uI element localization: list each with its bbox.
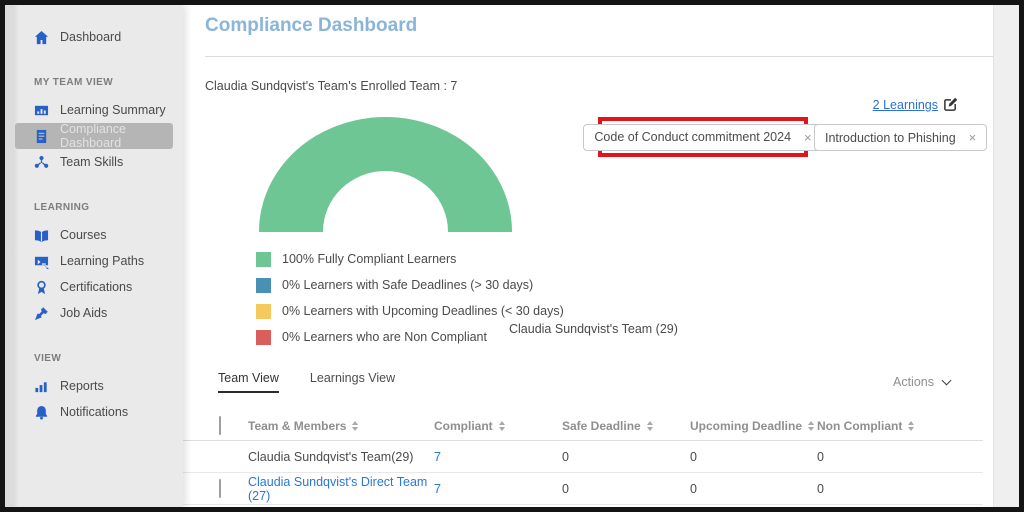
filter-chip-intro-phishing[interactable]: Introduction to Phishing × (814, 124, 988, 151)
medal-icon (37, 280, 46, 294)
sidebar-section-learning: LEARNING (34, 202, 90, 213)
learning-summary-icon (34, 105, 49, 115)
compliance-dashboard-icon (36, 129, 47, 143)
legend-swatch-green (256, 251, 271, 267)
sidebar-item-compliance-dashboard[interactable]: Compliance Dashboard (15, 122, 173, 150)
learning-paths-icon (34, 256, 49, 269)
filter-chip-label: Code of Conduct commitment 2024 (594, 130, 792, 144)
sidebar-item-learning-paths[interactable]: Learning Paths (5, 248, 173, 274)
page-right-gutter (993, 5, 1019, 507)
tab-team-view[interactable]: Team View (218, 371, 279, 393)
sort-icon[interactable] (646, 420, 653, 432)
sidebar-item-label: Team Skills (60, 155, 124, 169)
annotation-highlight-box: Code of Conduct commitment 2024 × (583, 117, 823, 157)
enrolled-team-summary: Claudia Sundqvist's Team's Enrolled Team… (205, 79, 458, 93)
sidebar: Dashboard MY TEAM VIEW Learning Summary … (5, 5, 183, 507)
sort-icon[interactable] (908, 420, 915, 432)
sidebar-item-reports[interactable]: Reports (5, 373, 173, 399)
legend-item: 0% Learners with Upcoming Deadlines (< 3… (256, 298, 564, 324)
sidebar-item-label: Learning Paths (60, 254, 145, 268)
non-compliant-cell: 0 (817, 449, 824, 464)
safe-deadline-cell: 0 (562, 449, 569, 464)
home-icon (34, 30, 49, 44)
legend-label: 0% Learners with Upcoming Deadlines (< 3… (282, 304, 564, 318)
compliant-count-link[interactable]: 7 (434, 450, 562, 464)
title-divider (205, 56, 993, 57)
sidebar-item-dashboard[interactable]: Dashboard (5, 24, 173, 50)
sort-icon[interactable] (808, 420, 815, 432)
legend-swatch-red (256, 329, 271, 345)
compliance-donut-chart (259, 117, 512, 232)
team-compliance-table: Team & Members Compliant Safe Deadline U… (183, 412, 983, 505)
sidebar-item-label: Courses (60, 228, 107, 242)
compliant-count-link[interactable]: 7 (434, 482, 562, 496)
sidebar-item-label: Job Aids (60, 306, 108, 320)
legend-swatch-yellow (256, 303, 271, 319)
column-header-team-members[interactable]: Team & Members (248, 419, 434, 433)
close-icon[interactable]: × (804, 130, 812, 145)
actions-dropdown[interactable]: Actions (893, 375, 952, 389)
non-compliant-cell: 0 (817, 481, 824, 496)
sidebar-item-team-skills[interactable]: Team Skills (5, 149, 173, 175)
column-header-safe-deadline[interactable]: Safe Deadline (562, 419, 690, 433)
book-icon (34, 229, 49, 242)
sidebar-item-label: Compliance Dashboard (60, 122, 127, 150)
team-name-cell: Claudia Sundqvist's Team(29) (248, 449, 414, 464)
sidebar-item-label: Reports (60, 379, 104, 393)
main-content: Compliance Dashboard Claudia Sundqvist's… (183, 5, 993, 507)
sidebar-item-label: Learning Summary (60, 103, 166, 117)
sidebar-section-my-team-view: MY TEAM VIEW (34, 77, 114, 88)
close-icon[interactable]: × (969, 130, 977, 145)
bar-chart-icon (35, 381, 47, 392)
sidebar-item-label: Notifications (60, 405, 129, 419)
upcoming-deadline-cell: 0 (690, 481, 697, 496)
team-name-link[interactable]: Claudia Sundqvist's Direct Team (27) (248, 475, 434, 503)
legend-item: 0% Learners with Safe Deadlines (> 30 da… (256, 272, 564, 298)
sidebar-item-job-aids[interactable]: Job Aids (5, 300, 173, 326)
table-row: Claudia Sundqvist's Direct Team (27) 7 0… (183, 473, 983, 505)
filter-chip-label: Introduction to Phishing (825, 130, 956, 145)
page-title: Compliance Dashboard (205, 15, 418, 36)
table-row: Claudia Sundqvist's Team(29) 7 0 0 0 (183, 441, 983, 473)
sidebar-item-label: Dashboard (60, 30, 122, 44)
view-tabs: Team View Learnings View (218, 371, 395, 393)
legend-label: 0% Learners who are Non Compliant (282, 330, 487, 344)
row-checkbox[interactable] (219, 478, 221, 498)
column-header-non-compliant[interactable]: Non Compliant (817, 419, 983, 433)
legend-label: 0% Learners with Safe Deadlines (> 30 da… (282, 278, 534, 292)
legend-item: 100% Fully Compliant Learners (256, 246, 564, 272)
sidebar-item-courses[interactable]: Courses (5, 222, 173, 248)
tab-learnings-view[interactable]: Learnings View (310, 371, 395, 393)
sidebar-section-view: VIEW (34, 353, 62, 364)
sidebar-item-notifications[interactable]: Notifications (5, 399, 173, 425)
sidebar-item-label: Certifications (60, 280, 133, 294)
sidebar-item-learning-summary[interactable]: Learning Summary (5, 97, 173, 123)
legend-label: 100% Fully Compliant Learners (282, 252, 457, 266)
column-header-upcoming-deadline[interactable]: Upcoming Deadline (690, 419, 817, 433)
sort-icon[interactable] (498, 420, 505, 432)
select-all-checkbox[interactable] (219, 416, 221, 435)
table-header-row: Team & Members Compliant Safe Deadline U… (183, 412, 983, 441)
filter-chip-code-of-conduct[interactable]: Code of Conduct commitment 2024 × (583, 123, 823, 151)
sort-icon[interactable] (352, 420, 359, 432)
bell-icon (35, 405, 48, 420)
safe-deadline-cell: 0 (562, 481, 569, 496)
pushpin-icon (34, 306, 49, 320)
upcoming-deadline-cell: 0 (690, 449, 697, 464)
edit-icon[interactable] (943, 97, 958, 112)
learnings-link[interactable]: 2 Learnings (873, 97, 958, 112)
sidebar-item-certifications[interactable]: Certifications (5, 274, 173, 300)
chart-team-label: Claudia Sundqvist's Team (29) (509, 322, 678, 336)
column-header-compliant[interactable]: Compliant (434, 419, 562, 433)
team-skills-icon (34, 155, 49, 168)
learnings-link-text[interactable]: 2 Learnings (873, 98, 938, 112)
chevron-down-icon (941, 375, 952, 386)
compliance-dashboard-screenshot: Dashboard MY TEAM VIEW Learning Summary … (0, 0, 1024, 512)
actions-label: Actions (893, 375, 934, 389)
legend-swatch-blue (256, 277, 271, 293)
